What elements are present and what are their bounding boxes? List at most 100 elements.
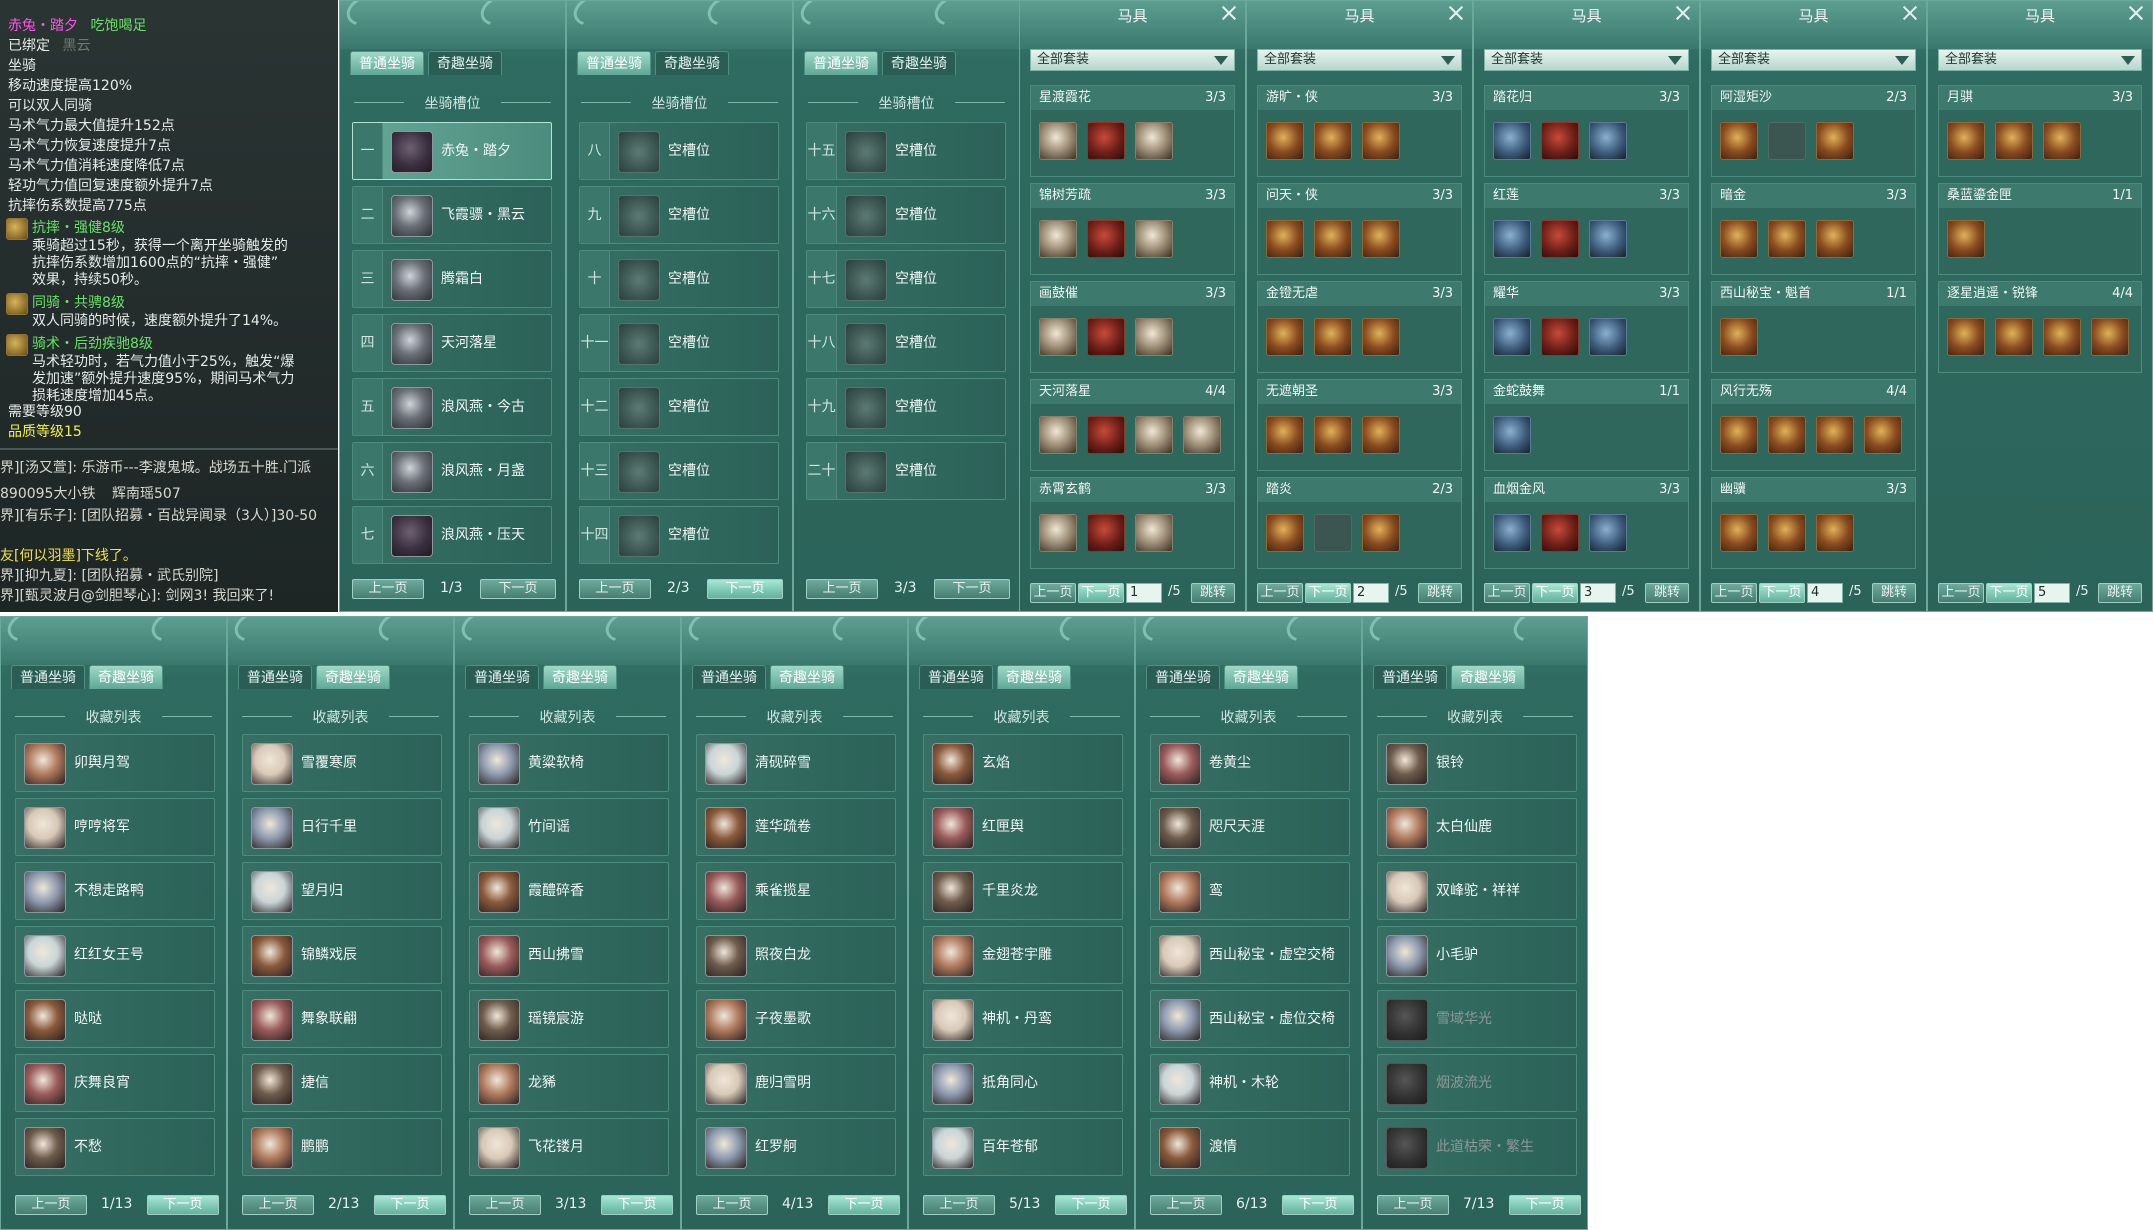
collection-item[interactable]: 不想走路鸭 (15, 862, 215, 920)
mount-slot[interactable]: 十一 空槽位 (579, 314, 779, 372)
gear-item-icon[interactable] (1816, 220, 1854, 258)
mount-slot[interactable]: 三 腾霜白 (352, 250, 552, 308)
next-page-button[interactable]: 下一页 (1532, 583, 1578, 603)
collection-item[interactable]: 神机・木轮 (1150, 1054, 1350, 1112)
gear-set[interactable]: 风行无殇 4/4 (1711, 379, 1916, 471)
mount-slot[interactable]: 六 浪风燕・月盏 (352, 442, 552, 500)
collection-item[interactable]: 千里炎龙 (923, 862, 1123, 920)
tab-fun-mounts[interactable]: 奇趣坐骑 (1224, 665, 1298, 689)
prev-page-button[interactable]: 上一页 (1030, 583, 1076, 603)
prev-page-button[interactable]: 上一页 (352, 579, 424, 599)
gear-item-icon[interactable] (1720, 514, 1758, 552)
gear-item-icon[interactable] (1087, 318, 1125, 356)
page-input[interactable]: 2 (1353, 583, 1389, 603)
gear-item-icon[interactable] (1589, 318, 1627, 356)
close-icon[interactable] (1221, 5, 1237, 21)
jump-button[interactable]: 跳转 (2098, 583, 2142, 603)
next-page-button[interactable]: 下一页 (828, 1195, 900, 1215)
set-filter-dropdown[interactable]: 全部套装 (1938, 49, 2142, 71)
gear-set[interactable]: 西山秘宝・魁首 1/1 (1711, 281, 1916, 373)
mount-slot[interactable]: 五 浪风燕・今古 (352, 378, 552, 436)
gear-item-icon[interactable] (1039, 318, 1077, 356)
mount-slot[interactable]: 八 空槽位 (579, 122, 779, 180)
gear-item-icon[interactable] (1135, 416, 1173, 454)
collection-item[interactable]: 此道枯荣・繁生 (1377, 1118, 1577, 1176)
gear-item-icon[interactable] (1947, 318, 1985, 356)
collection-item[interactable]: 黄粱软椅 (469, 734, 669, 792)
gear-item-icon[interactable] (1266, 122, 1304, 160)
gear-item-icon[interactable] (1362, 318, 1400, 356)
collection-item[interactable]: 清砚碎雪 (696, 734, 896, 792)
page-input[interactable]: 5 (2034, 583, 2070, 603)
collection-item[interactable]: 西山拂雪 (469, 926, 669, 984)
gear-set[interactable]: 问天・侠 3/3 (1257, 183, 1462, 275)
mount-slot[interactable]: 十三 空槽位 (579, 442, 779, 500)
gear-item-icon[interactable] (1039, 416, 1077, 454)
mount-slot[interactable]: 十二 空槽位 (579, 378, 779, 436)
tab-fun-mounts[interactable]: 奇趣坐骑 (543, 665, 617, 689)
next-page-button[interactable]: 下一页 (1282, 1195, 1354, 1215)
collection-item[interactable]: 不愁 (15, 1118, 215, 1176)
gear-set[interactable]: 画鼓催 3/3 (1030, 281, 1235, 373)
set-filter-dropdown[interactable]: 全部套装 (1711, 49, 1916, 71)
tab-normal-mounts[interactable]: 普通坐骑 (1373, 665, 1447, 689)
gear-item-icon[interactable] (1816, 416, 1854, 454)
prev-page-button[interactable]: 上一页 (242, 1195, 314, 1215)
collection-item[interactable]: 卯舆月驾 (15, 734, 215, 792)
collection-item[interactable]: 烟波流光 (1377, 1054, 1577, 1112)
next-page-button[interactable]: 下一页 (1509, 1195, 1581, 1215)
gear-set[interactable]: 踏花归 3/3 (1484, 85, 1689, 177)
next-page-button[interactable]: 下一页 (480, 579, 556, 599)
prev-page-button[interactable]: 上一页 (923, 1195, 995, 1215)
gear-item-icon[interactable] (1589, 514, 1627, 552)
prev-page-button[interactable]: 上一页 (1938, 583, 1984, 603)
gear-item-icon[interactable] (1266, 514, 1304, 552)
gear-set[interactable]: 锦树芳疏 3/3 (1030, 183, 1235, 275)
prev-page-button[interactable]: 上一页 (1377, 1195, 1449, 1215)
jump-button[interactable]: 跳转 (1191, 583, 1235, 603)
prev-page-button[interactable]: 上一页 (1150, 1195, 1222, 1215)
collection-item[interactable]: 神机・丹鸾 (923, 990, 1123, 1048)
gear-item-icon[interactable] (1135, 514, 1173, 552)
gear-item-icon[interactable] (1087, 122, 1125, 160)
gear-item-icon[interactable] (1362, 122, 1400, 160)
gear-item-icon[interactable] (1493, 122, 1531, 160)
gear-item-icon[interactable] (1541, 122, 1579, 160)
tab-fun-mounts[interactable]: 奇趣坐骑 (882, 51, 956, 75)
tab-normal-mounts[interactable]: 普通坐骑 (692, 665, 766, 689)
gear-item-icon[interactable] (2043, 122, 2081, 160)
jump-button[interactable]: 跳转 (1418, 583, 1462, 603)
gear-item-icon[interactable] (1266, 220, 1304, 258)
prev-page-button[interactable]: 上一页 (1257, 583, 1303, 603)
collection-item[interactable]: 雪域华光 (1377, 990, 1577, 1048)
gear-item-icon[interactable] (1541, 220, 1579, 258)
gear-set[interactable]: 耀华 3/3 (1484, 281, 1689, 373)
tab-normal-mounts[interactable]: 普通坐骑 (1146, 665, 1220, 689)
prev-page-button[interactable]: 上一页 (15, 1195, 87, 1215)
mount-slot[interactable]: 四 天河落星 (352, 314, 552, 372)
tab-fun-mounts[interactable]: 奇趣坐骑 (655, 51, 729, 75)
gear-item-icon[interactable] (1039, 220, 1077, 258)
tab-normal-mounts[interactable]: 普通坐骑 (577, 51, 651, 75)
gear-item-icon[interactable] (1995, 318, 2033, 356)
gear-set[interactable]: 阿湿矩沙 2/3 (1711, 85, 1916, 177)
mount-slot[interactable]: 七 浪风燕・压天 (352, 506, 552, 564)
tab-normal-mounts[interactable]: 普通坐骑 (804, 51, 878, 75)
gear-item-icon[interactable] (1947, 220, 1985, 258)
gear-item-icon[interactable] (1768, 220, 1806, 258)
gear-item-icon[interactable] (1768, 416, 1806, 454)
gear-item-icon[interactable] (1493, 318, 1531, 356)
collection-item[interactable]: 子夜墨歌 (696, 990, 896, 1048)
collection-item[interactable]: 雪覆寒原 (242, 734, 442, 792)
gear-item-icon[interactable] (1947, 122, 1985, 160)
gear-item-icon[interactable] (1362, 514, 1400, 552)
mount-slot[interactable]: 十 空槽位 (579, 250, 779, 308)
collection-item[interactable]: 望月归 (242, 862, 442, 920)
set-filter-dropdown[interactable]: 全部套装 (1257, 49, 1462, 71)
collection-item[interactable]: 照夜白龙 (696, 926, 896, 984)
gear-item-icon[interactable] (1720, 220, 1758, 258)
gear-item-icon[interactable] (1039, 122, 1077, 160)
collection-item[interactable]: 舞象联翩 (242, 990, 442, 1048)
mount-slot[interactable]: 十七 空槽位 (806, 250, 1006, 308)
page-input[interactable]: 4 (1807, 583, 1843, 603)
